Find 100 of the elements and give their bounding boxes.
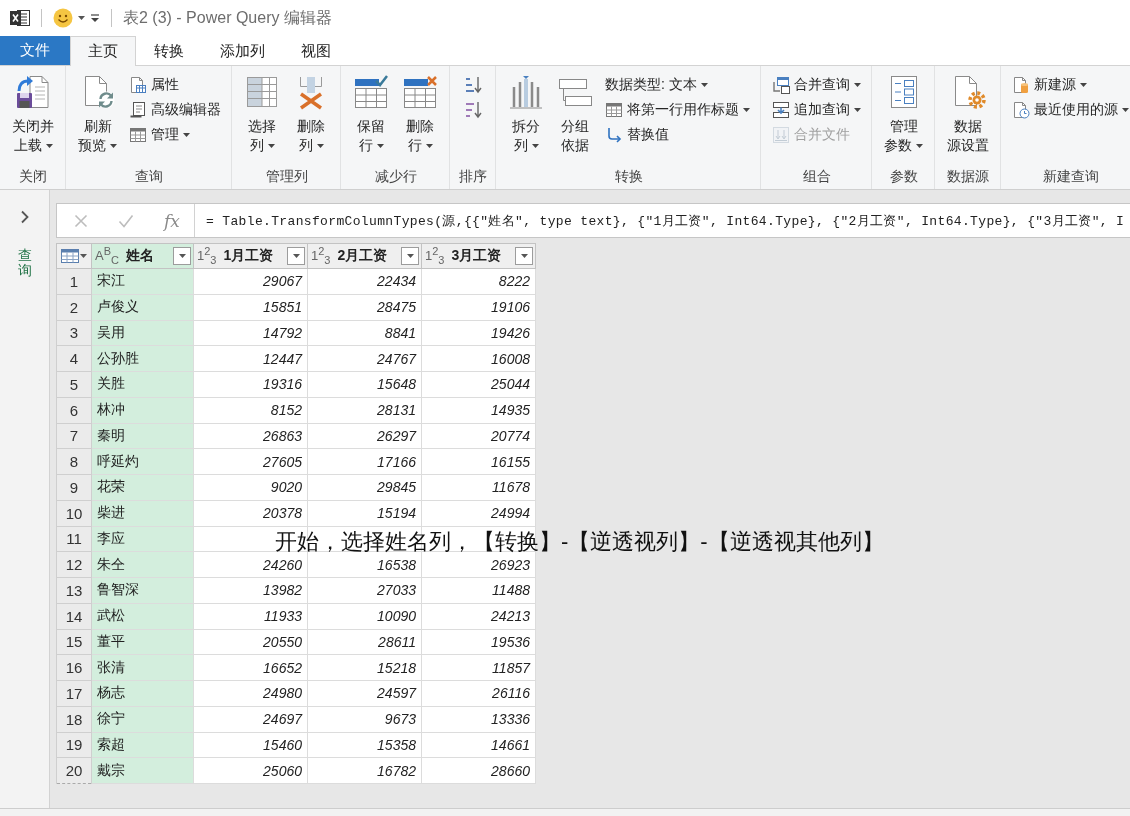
table-cell: 卢俊义 bbox=[91, 294, 194, 320]
table-cell: 19316 bbox=[193, 371, 308, 398]
row-number: 13 bbox=[56, 577, 92, 604]
smiley-icon[interactable] bbox=[53, 8, 73, 28]
table-cell: 8152 bbox=[193, 397, 308, 423]
pane-title[interactable]: 查询 bbox=[17, 248, 32, 279]
row-number: 2 bbox=[56, 294, 92, 320]
column-header[interactable]: 1$^{2}$$_{3}$ 1月工资 bbox=[193, 243, 308, 269]
caption-text: 开始，选择姓名列，【转换】-【逆透视列】-【逆透视其他列】 bbox=[275, 531, 884, 553]
table-cell: 16538 bbox=[307, 551, 422, 578]
customize-toolbar-icon[interactable] bbox=[90, 13, 100, 23]
table-cell: 16652 bbox=[193, 654, 308, 681]
ribbon-button[interactable]: 关闭并 上载 bbox=[9, 72, 57, 155]
table-icon bbox=[129, 125, 147, 144]
spreadsheet-logo-icon bbox=[10, 8, 30, 28]
row-number: 14 bbox=[56, 603, 92, 629]
table-cell: 19426 bbox=[421, 320, 536, 346]
table-cell: 公孙胜 bbox=[91, 345, 194, 372]
rows-delete-icon bbox=[402, 74, 438, 110]
table-cell: 林冲 bbox=[91, 397, 194, 423]
split-columns-icon bbox=[508, 74, 544, 110]
sort-descending-icon bbox=[464, 99, 482, 120]
table-cell: 10090 bbox=[307, 603, 422, 629]
row-number: 1 bbox=[56, 268, 92, 295]
column-header[interactable]: 1$^{2}$$_{3}$ 3月工资 bbox=[421, 243, 536, 269]
ribbon-button[interactable]: 属性 bbox=[127, 72, 223, 97]
table-cell: 呼延灼 bbox=[91, 448, 194, 475]
ribbon-button[interactable]: 追加查询 bbox=[770, 97, 863, 122]
table-cell: 29845 bbox=[307, 474, 422, 501]
document-table-icon bbox=[129, 75, 147, 94]
ribbon-button[interactable]: 将第一行用作标题 bbox=[603, 97, 752, 122]
row-number: 4 bbox=[56, 345, 92, 372]
table-cell: 24260 bbox=[193, 551, 308, 578]
table-cell: 15851 bbox=[193, 294, 308, 320]
row-number: 6 bbox=[56, 397, 92, 423]
table-cell: 秦明 bbox=[91, 423, 194, 449]
tab[interactable]: 添加列 bbox=[202, 36, 283, 66]
chevron-right-icon[interactable] bbox=[19, 210, 30, 224]
table-cell: 24213 bbox=[421, 603, 536, 629]
row-number: 20 bbox=[56, 757, 92, 784]
group-label: 减少行 bbox=[373, 167, 418, 186]
table-cell: 28131 bbox=[307, 397, 422, 423]
caret-icon bbox=[78, 16, 85, 20]
ribbon-button[interactable]: 删除 列 bbox=[290, 72, 332, 155]
filter-button[interactable] bbox=[515, 247, 533, 265]
row-number: 5 bbox=[56, 371, 92, 398]
ribbon-button[interactable]: 管理 参数 bbox=[881, 72, 926, 155]
table-cell: 11678 bbox=[421, 474, 536, 501]
caret-icon bbox=[406, 254, 414, 258]
ribbon-button[interactable]: 最近使用的源 bbox=[1010, 97, 1130, 122]
file-tab[interactable]: 文件 bbox=[0, 36, 70, 65]
table-cell: 15358 bbox=[307, 732, 422, 758]
ribbon-button[interactable]: 替换值 bbox=[603, 122, 752, 147]
table-cell: 9020 bbox=[193, 474, 308, 501]
table-cell: 吴用 bbox=[91, 320, 194, 346]
tab[interactable]: 主页 bbox=[70, 36, 136, 66]
filter-button[interactable] bbox=[173, 247, 191, 265]
filter-button[interactable] bbox=[401, 247, 419, 265]
ribbon-button[interactable]: 合并查询 bbox=[770, 72, 863, 97]
column-header[interactable]: 1$^{2}$$_{3}$ 2月工资 bbox=[307, 243, 422, 269]
document-cylinder-icon bbox=[1012, 75, 1030, 94]
table-cell: 25060 bbox=[193, 757, 308, 784]
table-cell: 26863 bbox=[193, 423, 308, 449]
table-cell: 15648 bbox=[307, 371, 422, 398]
column-header[interactable]: A$^{B}$$_{C}$ 姓名 bbox=[91, 243, 194, 269]
table-cell: 28660 bbox=[421, 757, 536, 784]
ribbon-button[interactable]: 刷新 预览 bbox=[75, 72, 120, 155]
rows-check-icon bbox=[353, 74, 389, 110]
ribbon-button[interactable]: 数据类型: 文本 bbox=[603, 72, 752, 97]
table-icon bbox=[605, 100, 623, 119]
group-label: 新建查询 bbox=[1041, 167, 1100, 186]
column-title: 2月工资 bbox=[337, 247, 388, 265]
ribbon-button[interactable]: 高级编辑器 bbox=[127, 97, 223, 122]
ribbon-button[interactable]: 新建源 bbox=[1010, 72, 1130, 97]
table-cell: 14661 bbox=[421, 732, 536, 758]
table-cell: 20550 bbox=[193, 629, 308, 655]
ribbon-button[interactable]: 选择 列 bbox=[241, 72, 283, 155]
group-label: 排序 bbox=[459, 167, 487, 186]
ribbon-button[interactable]: 保留 行 bbox=[350, 72, 392, 155]
tab[interactable]: 视图 bbox=[283, 36, 349, 66]
ribbon-button[interactable]: 分组 依据 bbox=[554, 72, 596, 155]
ribbon-button[interactable]: 管理 bbox=[127, 122, 223, 147]
table-cell: 22434 bbox=[307, 268, 422, 295]
row-number: 15 bbox=[56, 629, 92, 655]
table-cell: 13336 bbox=[421, 706, 536, 732]
window-title: 表2 (3) - Power Query 编辑器 bbox=[123, 7, 332, 28]
table-cell: 董平 bbox=[91, 629, 194, 655]
table-menu-button[interactable] bbox=[61, 249, 87, 263]
ribbon-button[interactable]: 删除 行 bbox=[399, 72, 441, 155]
table-cell: 26923 bbox=[421, 551, 536, 578]
replace-arrow-icon bbox=[605, 125, 623, 144]
tab[interactable]: 转换 bbox=[136, 36, 202, 66]
filter-button[interactable] bbox=[287, 247, 305, 265]
group-label: 转换 bbox=[613, 167, 644, 186]
table-cell: 索超 bbox=[91, 732, 194, 758]
table-cell: 宋江 bbox=[91, 268, 194, 295]
table-cell: 15460 bbox=[193, 732, 308, 758]
ribbon-button[interactable]: 拆分 列 bbox=[505, 72, 547, 155]
row-number: 18 bbox=[56, 706, 92, 732]
ribbon-button[interactable]: 数据 源设置 bbox=[944, 72, 992, 155]
